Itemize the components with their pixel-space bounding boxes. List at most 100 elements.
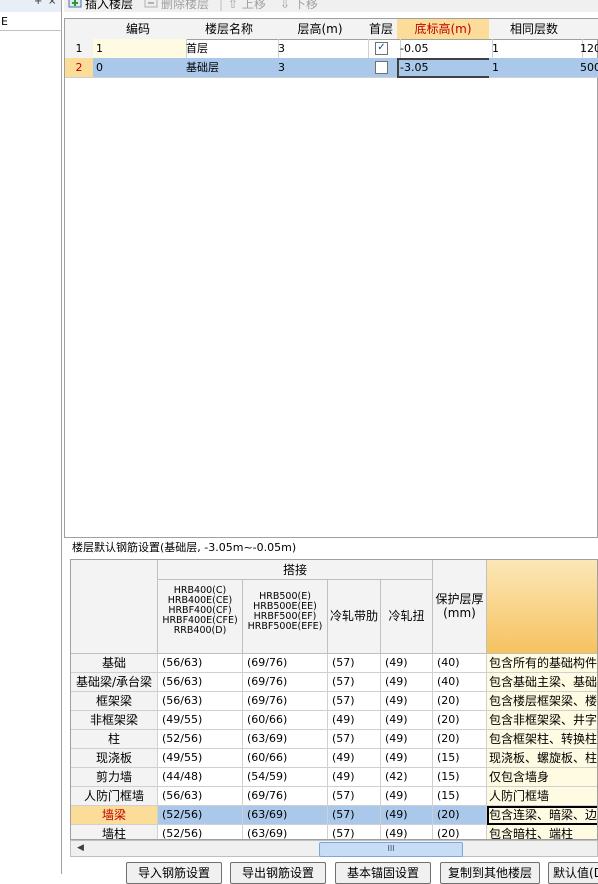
rebar-row-label[interactable]: 现浇板 xyxy=(71,749,158,768)
cell-hrb400-lap[interactable]: (52/56) xyxy=(158,806,243,825)
cell-first-floor[interactable]: ✓ xyxy=(365,39,401,59)
column-header-same-floors[interactable]: 相同层数 xyxy=(489,19,580,40)
cell-description[interactable]: 仅包含墙身 xyxy=(487,768,597,787)
floor-row[interactable]: 2 0 基础层 3 -3.05 1 500 xyxy=(65,58,598,78)
column-header-hrb500[interactable]: HRB500(E) HRB500E(EE) HRBF500(EF) HRBF50… xyxy=(243,580,328,654)
cell-extra[interactable]: 500 xyxy=(579,58,598,78)
cell-description[interactable]: 包含非框架梁、井字 xyxy=(487,711,597,730)
first-floor-checkbox[interactable]: ✓ xyxy=(375,42,388,55)
rebar-row-label[interactable]: 基础梁/承台梁 xyxy=(71,673,158,692)
cell-cold-rolled-ribbed[interactable]: (49) xyxy=(328,768,381,787)
cell-hrb400-lap[interactable]: (49/55) xyxy=(158,749,243,768)
import-rebar-settings-button[interactable]: 导入钢筋设置 xyxy=(126,862,222,884)
cell-extra[interactable]: 120 xyxy=(579,39,598,59)
column-header-hrb400[interactable]: HRB400(C) HRB400E(CE) HRBF400(CF) HRBF40… xyxy=(158,580,243,654)
horizontal-scrollbar[interactable]: ◀ III xyxy=(70,840,598,857)
cell-cold-rolled-ribbed[interactable]: (57) xyxy=(328,673,381,692)
cell-cover-thickness[interactable]: (20) xyxy=(433,806,487,825)
scroll-thumb[interactable]: III xyxy=(319,842,463,857)
rebar-row[interactable]: 现浇板 (49/55) (60/66) (49) (49) (15) 现浇板、螺旋板、柱 xyxy=(71,749,597,768)
cell-cold-rolled-ribbed[interactable]: (49) xyxy=(328,749,381,768)
cell-hrb400-lap[interactable]: (49/55) xyxy=(158,711,243,730)
cell-same-floors[interactable]: 1 xyxy=(489,39,583,59)
rebar-row-label[interactable]: 剪力墙 xyxy=(71,768,158,787)
cell-cold-rolled-twisted[interactable]: (49) xyxy=(381,692,433,711)
first-floor-checkbox[interactable] xyxy=(375,61,388,74)
cell-description[interactable]: 人防门框墙 xyxy=(487,787,597,806)
close-icon[interactable]: × xyxy=(48,0,56,7)
cell-cold-rolled-twisted[interactable]: (49) xyxy=(381,825,433,839)
rebar-row[interactable]: 基础 (56/63) (69/76) (57) (49) (40) 包含所有的基础构件, xyxy=(71,654,597,673)
cell-description[interactable]: 现浇板、螺旋板、柱 xyxy=(487,749,597,768)
left-panel-item[interactable]: E xyxy=(0,14,62,31)
column-header-cold-rolled-ribbed[interactable]: 冷轧带肋 xyxy=(328,580,381,654)
column-header-floor-name[interactable]: 楼层名称 xyxy=(183,19,276,40)
cell-description[interactable]: 包含楼层框架梁、楼 xyxy=(487,692,597,711)
rebar-row[interactable]: 框架梁 (56/63) (69/76) (57) (49) (20) 包含楼层框架梁、楼 xyxy=(71,692,597,711)
basic-anchorage-settings-button[interactable]: 基本锚固设置 xyxy=(335,862,431,884)
cell-floor-height[interactable]: 3 xyxy=(275,58,369,78)
cell-first-floor[interactable] xyxy=(365,58,401,78)
cell-cold-rolled-twisted[interactable]: (49) xyxy=(381,749,433,768)
column-header-first-floor[interactable]: 首层 xyxy=(365,19,398,40)
cell-hrb500-lap[interactable]: (60/66) xyxy=(243,711,328,730)
cell-cold-rolled-ribbed[interactable]: (57) xyxy=(328,825,381,839)
rebar-row[interactable]: 人防门框墙 (56/63) (69/76) (57) (49) (15) 人防门框墙 xyxy=(71,787,597,806)
cell-description[interactable]: 包含连梁、暗梁、边 xyxy=(487,806,597,825)
delete-floor-button[interactable]: 删除楼层 xyxy=(144,0,209,12)
floor-row[interactable]: 1 1 首层 3 ✓ -0.05 1 120 xyxy=(65,39,598,59)
cell-hrb400-lap[interactable]: (56/63) xyxy=(158,692,243,711)
cell-cold-rolled-twisted[interactable]: (42) xyxy=(381,768,433,787)
cell-cold-rolled-twisted[interactable]: (49) xyxy=(381,806,433,825)
cell-hrb500-lap[interactable]: (54/59) xyxy=(243,768,328,787)
cell-hrb500-lap[interactable]: (69/76) xyxy=(243,692,328,711)
cell-hrb400-lap[interactable]: (52/56) xyxy=(158,730,243,749)
column-header-code[interactable]: 编码 xyxy=(93,19,184,40)
column-header-cold-rolled-twisted[interactable]: 冷轧扭 xyxy=(381,580,433,654)
cell-description[interactable]: 包含框架柱、转换柱 xyxy=(487,730,597,749)
column-header-floor-height[interactable]: 层高(m) xyxy=(275,19,366,40)
cell-cover-thickness[interactable]: (20) xyxy=(433,730,487,749)
cell-cold-rolled-ribbed[interactable]: (57) xyxy=(328,730,381,749)
cell-cold-rolled-ribbed[interactable]: (57) xyxy=(328,654,381,673)
cell-cold-rolled-ribbed[interactable]: (49) xyxy=(328,711,381,730)
cell-bottom-elevation[interactable]: -3.05 xyxy=(397,58,493,78)
cell-code[interactable]: 0 xyxy=(93,58,187,78)
cell-cold-rolled-twisted[interactable]: (49) xyxy=(381,673,433,692)
column-header-description[interactable] xyxy=(487,560,597,654)
cell-description[interactable]: 包含暗柱、端柱 xyxy=(487,825,597,839)
cell-hrb500-lap[interactable]: (69/76) xyxy=(243,673,328,692)
rebar-row-label[interactable]: 人防门框墙 xyxy=(71,787,158,806)
rebar-row[interactable]: 非框架梁 (49/55) (60/66) (49) (49) (20) 包含非框架梁、井字 xyxy=(71,711,597,730)
cell-floor-name[interactable]: 基础层 xyxy=(183,58,279,78)
cell-hrb500-lap[interactable]: (60/66) xyxy=(243,749,328,768)
rebar-row[interactable]: 墙梁 (52/56) (63/69) (57) (49) (20) 包含连梁、暗梁、边 xyxy=(71,806,597,825)
rebar-row[interactable]: 剪力墙 (44/48) (54/59) (49) (42) (15) 仅包含墙身 xyxy=(71,768,597,787)
cell-hrb500-lap[interactable]: (63/69) xyxy=(243,825,328,839)
cell-cover-thickness[interactable]: (20) xyxy=(433,825,487,839)
cell-hrb500-lap[interactable]: (63/69) xyxy=(243,730,328,749)
cell-cover-thickness[interactable]: (40) xyxy=(433,673,487,692)
cell-hrb400-lap[interactable]: (56/63) xyxy=(158,673,243,692)
cell-bottom-elevation[interactable]: -0.05 xyxy=(397,39,493,59)
cell-description[interactable]: 包含基础主梁、基础 xyxy=(487,673,597,692)
cell-hrb400-lap[interactable]: (56/63) xyxy=(158,654,243,673)
cell-cover-thickness[interactable]: (20) xyxy=(433,711,487,730)
column-header-cover-thickness[interactable]: 保护层厚 (mm) xyxy=(433,560,487,654)
cell-hrb500-lap[interactable]: (69/76) xyxy=(243,787,328,806)
rebar-row-label[interactable]: 柱 xyxy=(71,730,158,749)
default-values-button[interactable]: 默认值(D xyxy=(548,862,598,884)
export-rebar-settings-button[interactable]: 导出钢筋设置 xyxy=(230,862,326,884)
cell-code[interactable]: 1 xyxy=(93,39,187,59)
scroll-left-icon[interactable]: ◀ xyxy=(73,842,88,855)
rebar-row[interactable]: 柱 (52/56) (63/69) (57) (49) (20) 包含框架柱、转换柱 xyxy=(71,730,597,749)
cell-hrb400-lap[interactable]: (52/56) xyxy=(158,825,243,839)
cell-hrb400-lap[interactable]: (44/48) xyxy=(158,768,243,787)
pin-icon[interactable]: + xyxy=(34,0,42,7)
cell-cover-thickness[interactable]: (15) xyxy=(433,768,487,787)
rebar-row-label[interactable]: 框架梁 xyxy=(71,692,158,711)
copy-to-other-floors-button[interactable]: 复制到其他楼层 xyxy=(440,862,540,884)
cell-hrb500-lap[interactable]: (63/69) xyxy=(243,806,328,825)
rebar-row-label[interactable]: 墙梁 xyxy=(71,806,158,825)
rebar-row[interactable]: 墙柱 (52/56) (63/69) (57) (49) (20) 包含暗柱、端柱 xyxy=(71,825,597,839)
